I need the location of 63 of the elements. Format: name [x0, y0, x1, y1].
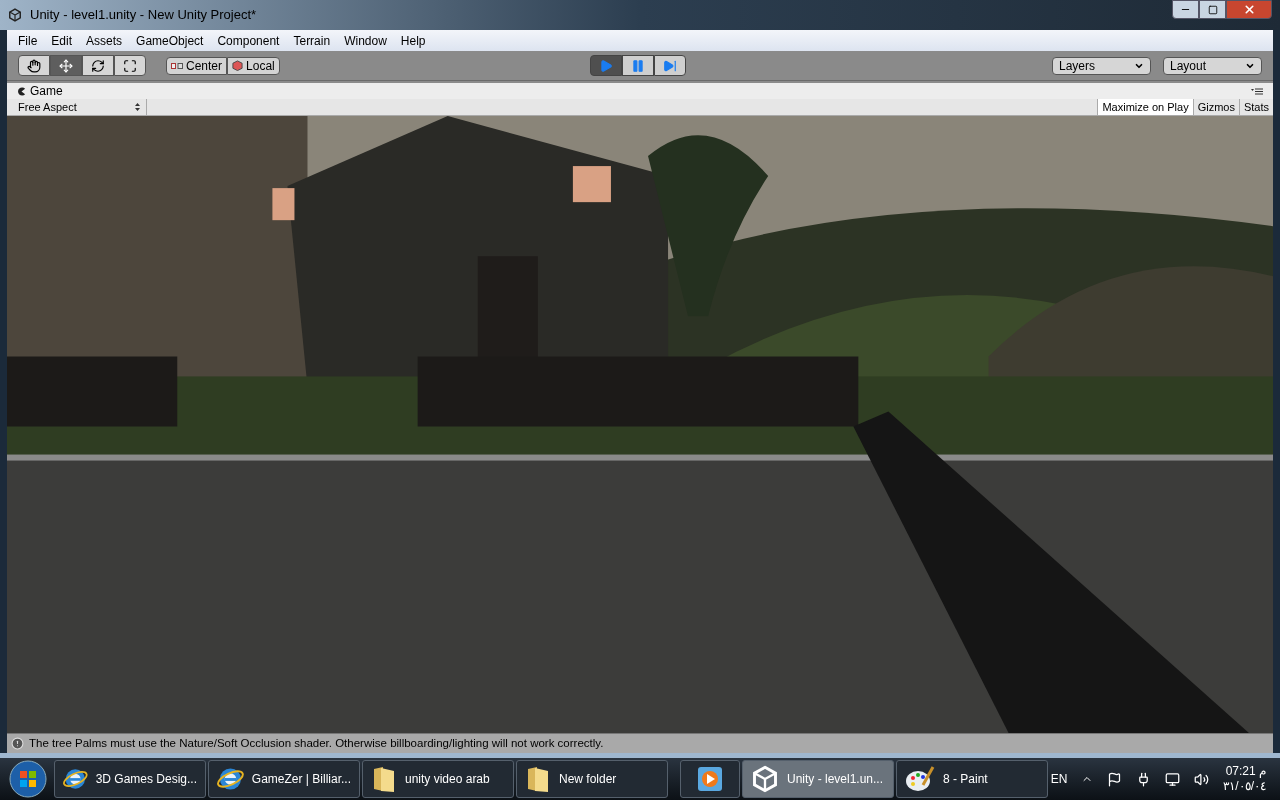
menu-item[interactable]: GameObject [129, 31, 211, 50]
menu-item[interactable]: File [11, 31, 45, 50]
unity-logo-icon [8, 8, 22, 22]
taskbar-button[interactable]: unity video arab [362, 760, 514, 798]
play-button[interactable] [589, 55, 622, 76]
taskbar-button[interactable]: 3D Games Desig... [54, 760, 206, 798]
menu-item[interactable]: Help [393, 31, 433, 50]
clock-time[interactable]: 07:21 م [1225, 764, 1266, 779]
clock-date[interactable]: ٣١/٠٥/٠٤ [1223, 779, 1266, 794]
scale-icon [123, 58, 137, 73]
close-icon [1242, 3, 1256, 16]
menu-item[interactable]: Window [337, 31, 394, 50]
flag-icon[interactable] [1107, 771, 1123, 787]
aspect-dropdown[interactable]: Free Aspect [12, 99, 147, 115]
menu-item[interactable]: Component [210, 31, 287, 50]
taskbar-button[interactable]: Unity - level1.un... [742, 760, 894, 798]
tool-button[interactable] [82, 55, 114, 76]
menu-item[interactable]: Edit [44, 31, 80, 50]
folder-icon [371, 765, 397, 793]
taskbar-button[interactable] [680, 760, 740, 798]
pacman-icon [17, 86, 26, 96]
cube-icon [232, 60, 244, 71]
speaker-icon[interactable] [1194, 771, 1210, 787]
panel-menu-icon [1251, 87, 1263, 95]
dropdown[interactable]: Layout [1163, 56, 1262, 75]
rotate-icon [91, 58, 105, 73]
pause-icon [630, 58, 645, 73]
network-icon[interactable] [1165, 771, 1181, 787]
play-icon [598, 58, 613, 73]
window-title: Unity - level1.unity - New Unity Project* [30, 6, 257, 25]
close-button[interactable] [1226, 0, 1272, 19]
pivot-center-icon [171, 61, 183, 70]
taskbar-button[interactable]: 8 - Paint [896, 760, 1048, 798]
step-button[interactable] [653, 55, 686, 76]
unity-logo-icon [751, 765, 779, 793]
warning-icon [11, 737, 24, 750]
globe-e-icon [217, 765, 244, 793]
menu-item[interactable]: Terrain [286, 31, 338, 50]
tool-button[interactable] [50, 55, 82, 76]
dropdown[interactable]: Layers [1052, 56, 1151, 75]
taskbar-button[interactable]: New folder [516, 760, 668, 798]
updown-arrows-icon [135, 103, 140, 111]
tool-button[interactable] [114, 55, 146, 76]
taskbar-button[interactable]: GameZer | Billiar... [208, 760, 360, 798]
game-tab[interactable]: Game [17, 82, 63, 100]
pivot-button[interactable]: Center [166, 56, 228, 75]
status-message: The tree Palms must use the Nature/Soft Occlusion shader. Otherwise billboarding/lighting will not work correctly. [29, 735, 604, 751]
minimize-button[interactable] [1172, 0, 1199, 19]
pause-button[interactable] [621, 55, 654, 76]
maximize-button[interactable] [1199, 0, 1226, 19]
step-icon [662, 58, 677, 73]
folder-icon [525, 765, 551, 793]
windows-orb-icon [9, 760, 47, 798]
move-arrows-icon [59, 58, 73, 73]
language-indicator[interactable]: EN [1050, 770, 1068, 788]
tool-button[interactable] [18, 55, 50, 76]
menu-item[interactable]: Assets [79, 31, 130, 50]
pivot-button[interactable]: Local [227, 56, 280, 75]
media-player-icon [697, 766, 723, 792]
hand-icon [27, 58, 41, 73]
paint-palette-icon [905, 765, 935, 793]
maximize-icon [1207, 4, 1218, 15]
toggle-button[interactable]: Maximize on Play [1097, 99, 1193, 115]
